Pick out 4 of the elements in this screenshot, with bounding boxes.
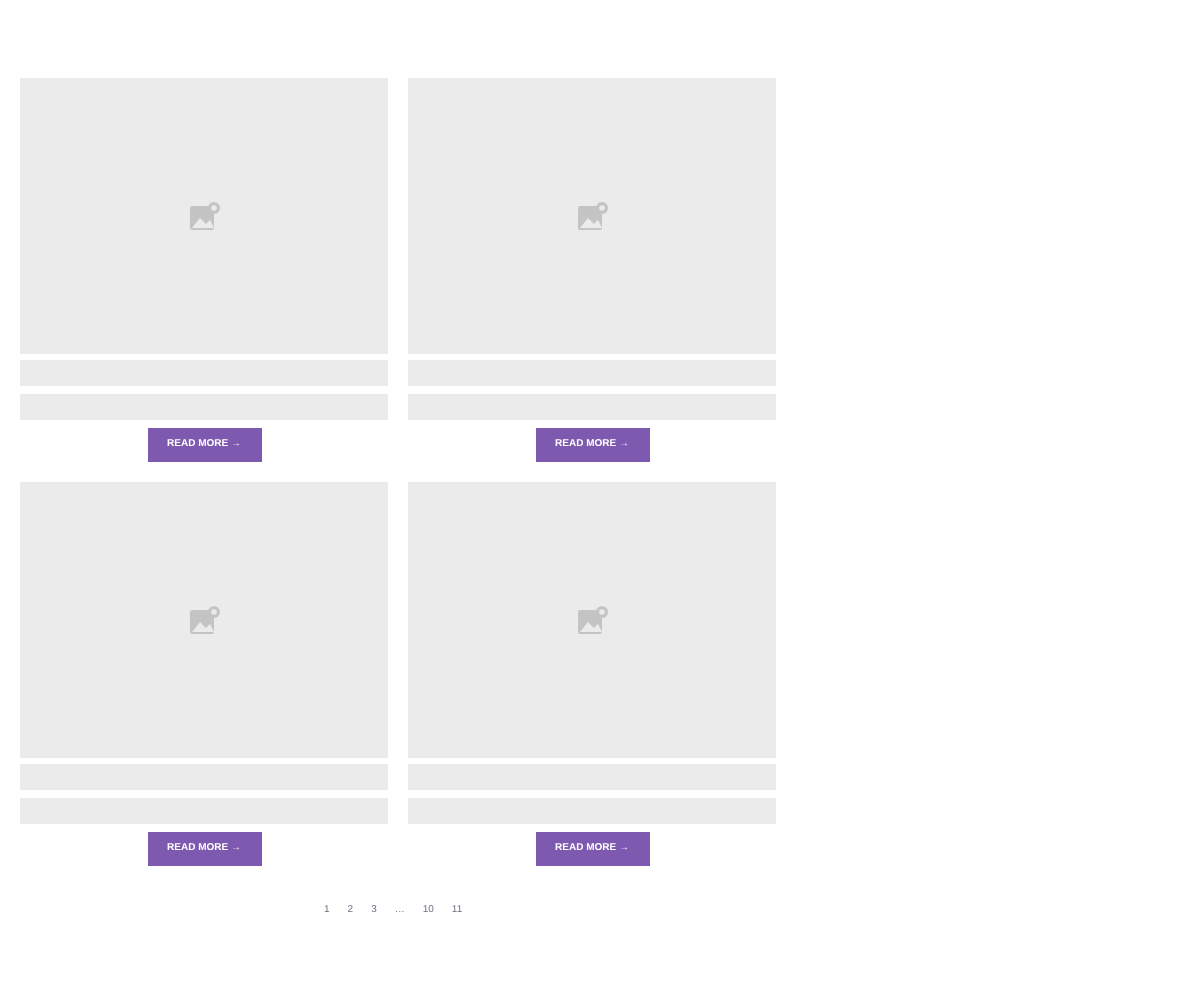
image-icon (189, 201, 219, 231)
image-icon (577, 605, 607, 635)
image-icon (189, 605, 219, 635)
image-icon (577, 201, 607, 231)
